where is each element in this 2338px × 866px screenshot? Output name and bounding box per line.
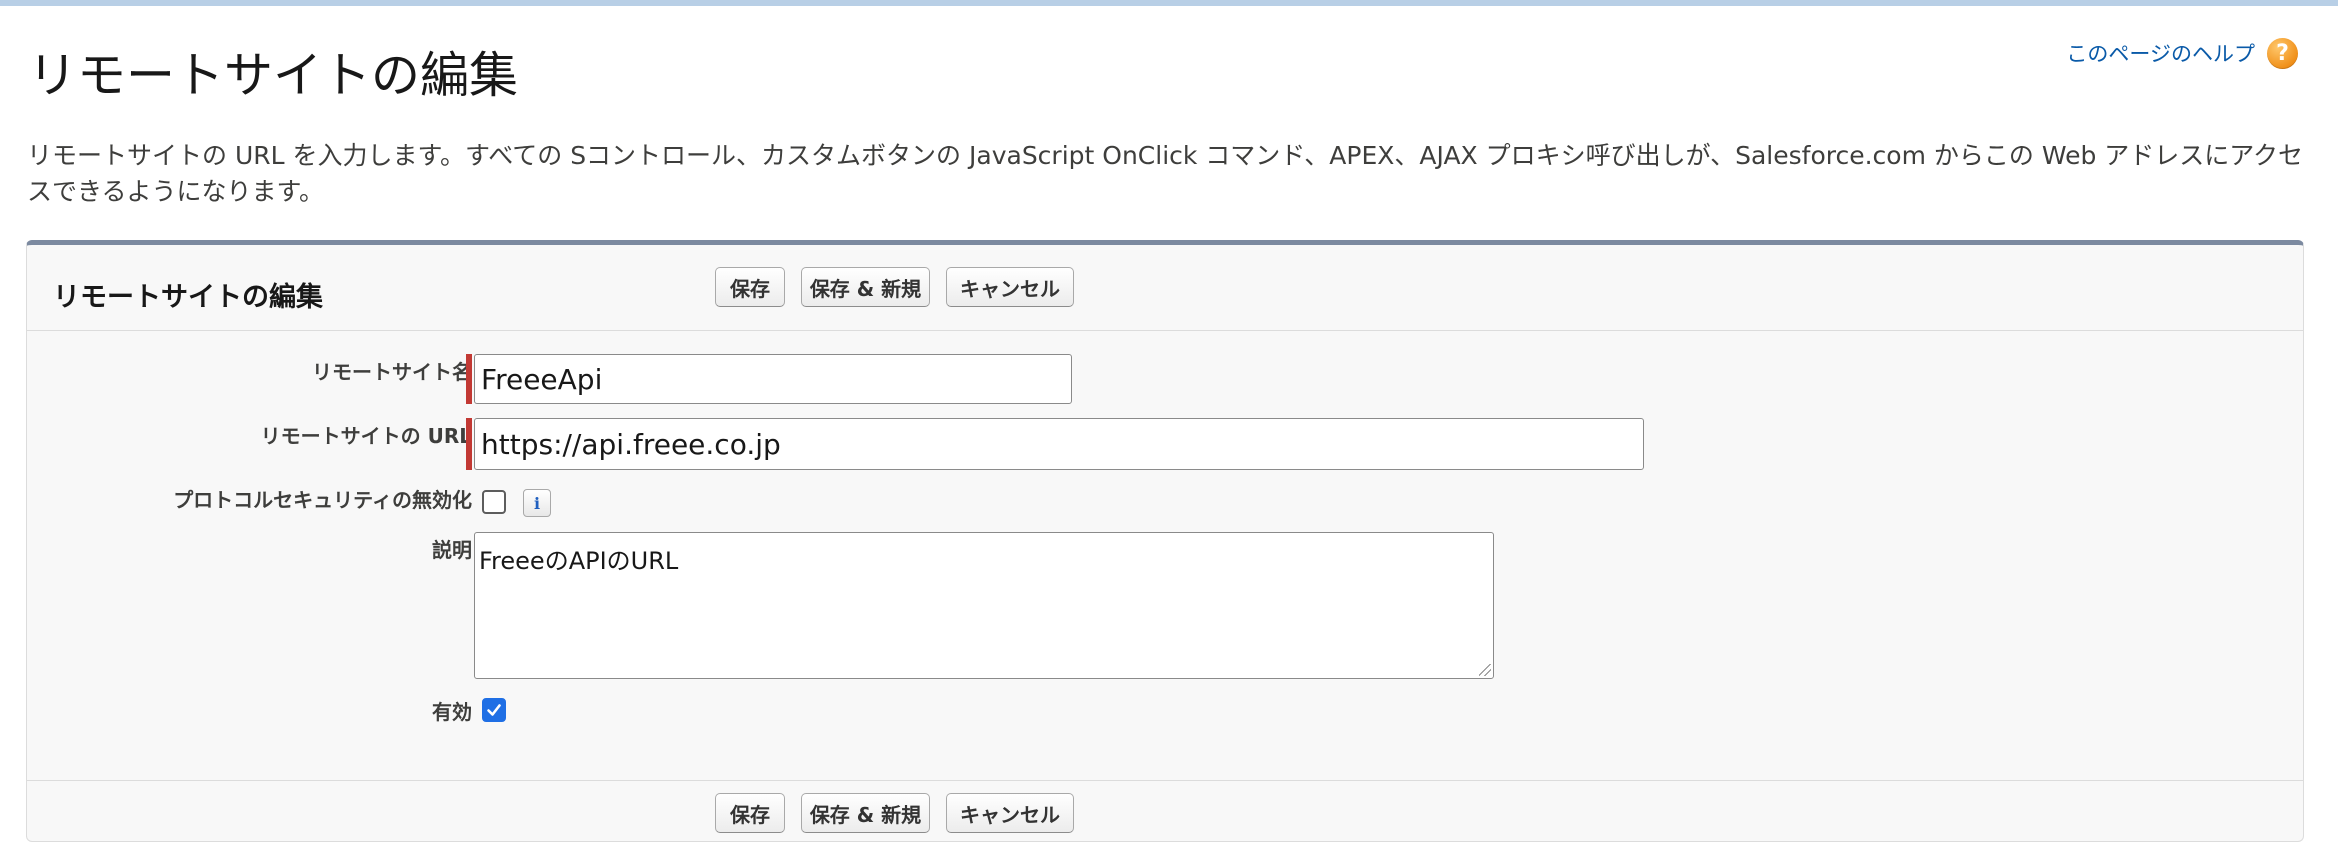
cancel-button[interactable]: キャンセル [946,267,1074,307]
description-textarea[interactable]: FreeeのAPIのURL [474,532,1494,679]
checkmark-icon [487,704,501,716]
panel-title: リモートサイトの編集 [53,282,323,313]
remote-site-name-input[interactable]: FreeeApi [474,354,1072,404]
save-and-new-button-bottom[interactable]: 保存 & 新規 [801,793,930,833]
top-strip [0,0,2338,6]
help-link-label[interactable]: このページのヘルプ [2066,38,2255,68]
save-button-bottom[interactable]: 保存 [715,793,785,833]
panel-header: リモートサイトの編集 保存 保存 & 新規 キャンセル [27,245,2303,331]
bottom-button-group: 保存 保存 & 新規 キャンセル [715,793,1074,833]
description-label: 説明 [432,538,472,562]
required-indicator [466,418,472,470]
remote-site-url-label: リモートサイトの URL [260,424,472,448]
top-button-group: 保存 保存 & 新規 キャンセル [715,267,1074,307]
disable-protocol-security-label: プロトコルセキュリティの無効化 [173,488,472,512]
page-title: リモートサイトの編集 [28,47,519,104]
resize-grip-icon[interactable] [1479,664,1491,676]
required-indicator [466,354,472,404]
save-button[interactable]: 保存 [715,267,785,307]
remote-site-name-label: リモートサイト名 [312,360,472,384]
active-checkbox[interactable] [482,698,506,722]
page-description: リモートサイトの URL を入力します。すべての Sコントロール、カスタムボタン… [27,141,2304,206]
question-icon[interactable]: ? [2267,37,2298,69]
help-link[interactable]: このページのヘルプ ? [2066,36,2298,70]
remote-site-url-input[interactable]: https://api.freee.co.jp [474,418,1644,470]
info-icon[interactable]: i [523,489,551,517]
cancel-button-bottom[interactable]: キャンセル [946,793,1074,833]
panel-footer: 保存 保存 & 新規 キャンセル [27,780,2303,843]
disable-protocol-security-checkbox[interactable] [482,490,506,514]
save-and-new-button[interactable]: 保存 & 新規 [801,267,930,307]
description-text: FreeeのAPIのURL [479,547,679,575]
active-label: 有効 [432,700,472,724]
